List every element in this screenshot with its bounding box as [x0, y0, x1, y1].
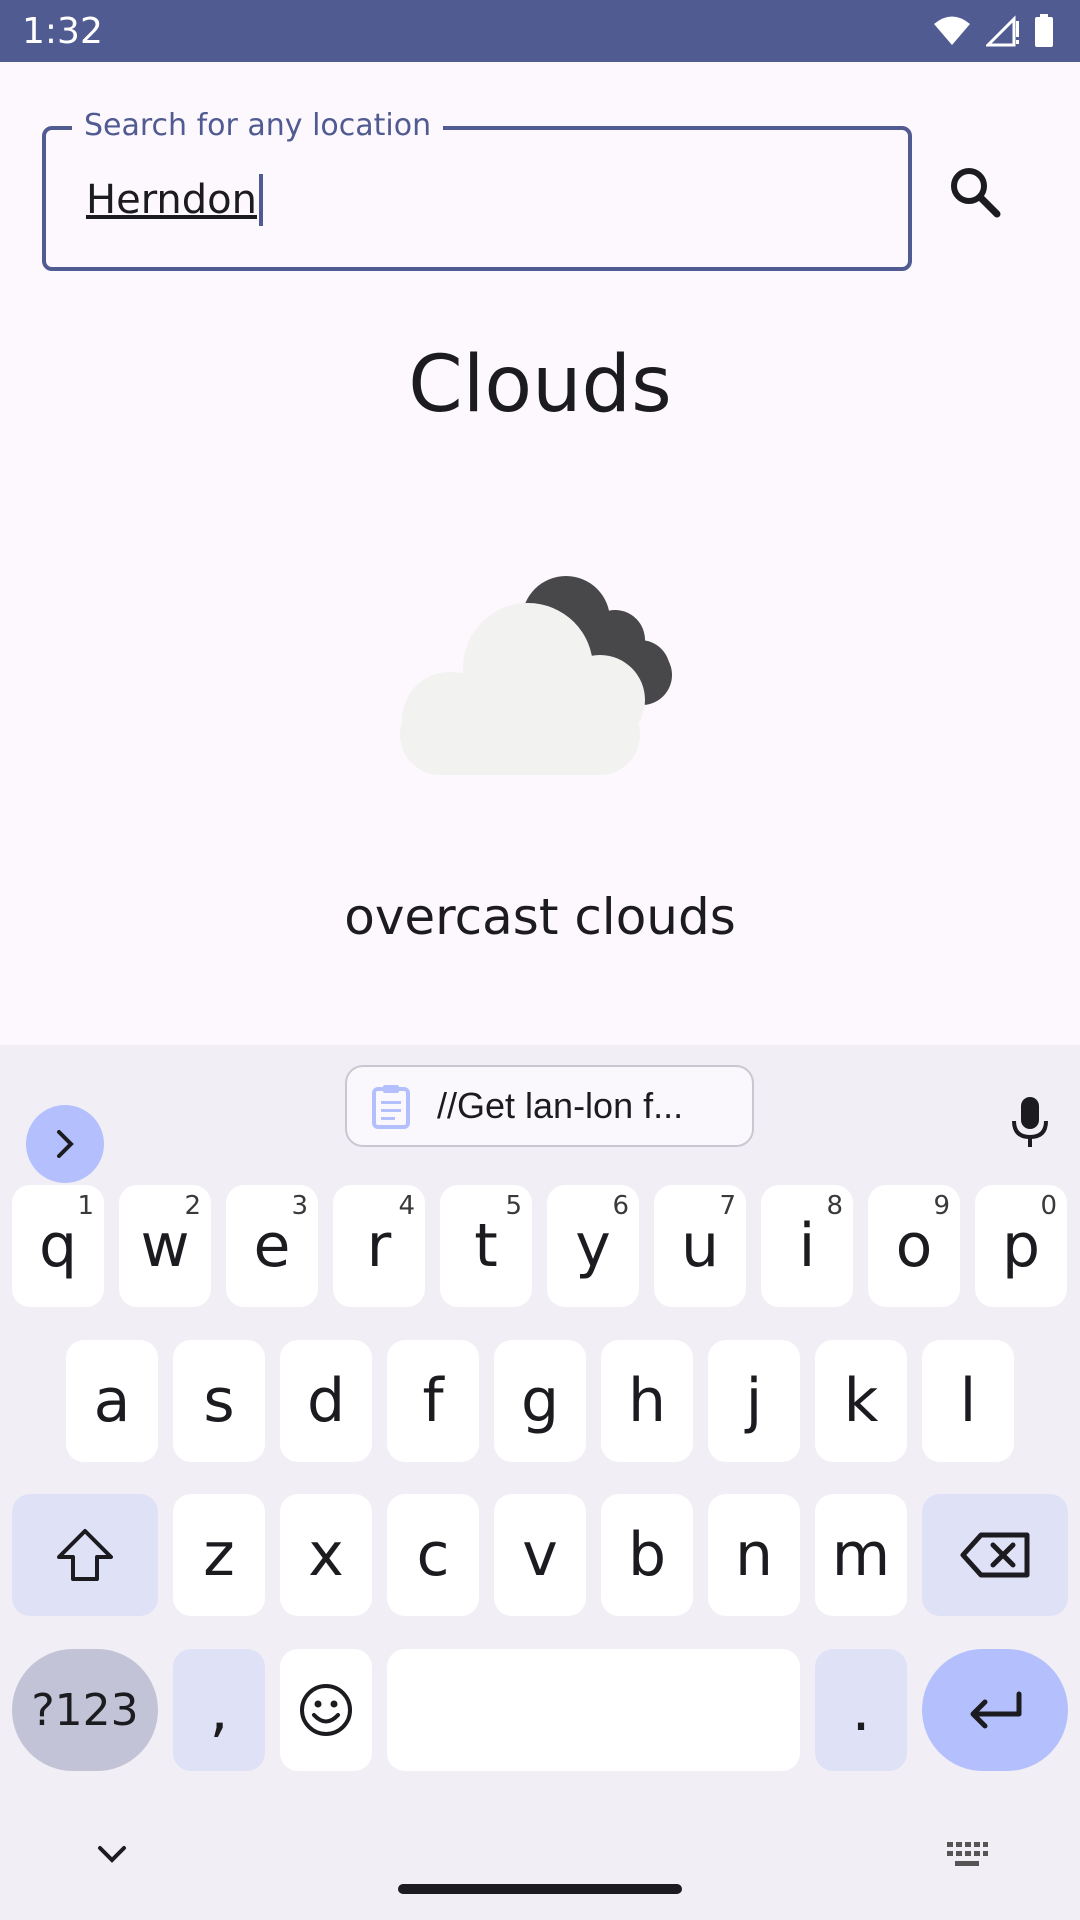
- key-v[interactable]: v: [494, 1494, 586, 1616]
- enter-key[interactable]: [922, 1649, 1068, 1771]
- symbols-key[interactable]: ?123: [12, 1649, 158, 1771]
- comma-key[interactable]: ,: [173, 1649, 265, 1771]
- key-j[interactable]: j: [708, 1340, 800, 1462]
- key-y[interactable]: y6: [547, 1185, 639, 1307]
- keyboard-icon: [947, 1842, 988, 1866]
- key-i[interactable]: i8: [761, 1185, 853, 1307]
- signal-icon: [986, 15, 1019, 47]
- key-w[interactable]: w2: [119, 1185, 211, 1307]
- clipboard-suggestion[interactable]: //Get lan-lon f...: [345, 1065, 754, 1147]
- key-r[interactable]: r4: [333, 1185, 425, 1307]
- key-g[interactable]: g: [494, 1340, 586, 1462]
- home-indicator[interactable]: [398, 1884, 682, 1894]
- clipboard-icon: [372, 1085, 410, 1129]
- key-b[interactable]: b: [601, 1494, 693, 1616]
- key-l[interactable]: l: [922, 1340, 1014, 1462]
- key-m[interactable]: m: [815, 1494, 907, 1616]
- emoji-key[interactable]: [280, 1649, 372, 1771]
- key-c[interactable]: c: [387, 1494, 479, 1616]
- keyboard-expand-button[interactable]: [26, 1105, 104, 1183]
- key-x[interactable]: x: [280, 1494, 372, 1616]
- search-input[interactable]: Search for any location Herndon: [42, 108, 912, 271]
- key-a[interactable]: a: [66, 1340, 158, 1462]
- search-input-text: Herndon: [86, 177, 257, 223]
- key-k[interactable]: k: [815, 1340, 907, 1462]
- backspace-icon: [960, 1532, 1030, 1578]
- soft-keyboard: //Get lan-lon f...: [0, 1045, 1080, 1920]
- key-n[interactable]: n: [708, 1494, 800, 1616]
- key-p[interactable]: p0: [975, 1185, 1067, 1307]
- key-u[interactable]: u7: [654, 1185, 746, 1307]
- backspace-key[interactable]: [922, 1494, 1068, 1616]
- key-s[interactable]: s: [173, 1340, 265, 1462]
- status-icons: [932, 14, 1054, 48]
- key-h[interactable]: h: [601, 1340, 693, 1462]
- search-button[interactable]: [935, 152, 1015, 232]
- battery-icon: [1035, 14, 1053, 47]
- chevron-right-icon: [57, 1130, 74, 1158]
- chevron-down-icon: [98, 1846, 126, 1863]
- voice-input-button[interactable]: [1000, 1083, 1060, 1163]
- search-input-value[interactable]: Herndon: [86, 174, 263, 226]
- switch-keyboard-button[interactable]: [945, 1840, 989, 1870]
- key-t[interactable]: t5: [440, 1185, 532, 1307]
- key-z[interactable]: z: [173, 1494, 265, 1616]
- space-key[interactable]: [387, 1649, 800, 1771]
- shift-icon: [57, 1529, 113, 1581]
- search-input-label: Search for any location: [72, 108, 444, 143]
- clipboard-text: //Get lan-lon f...: [437, 1085, 684, 1126]
- overcast-cloud-icon: [380, 560, 700, 780]
- key-e[interactable]: e3: [226, 1185, 318, 1307]
- status-time: 1:32: [22, 10, 103, 52]
- status-bar: 1:32: [0, 0, 1080, 62]
- microphone-icon: [1012, 1097, 1048, 1147]
- key-f[interactable]: f: [387, 1340, 479, 1462]
- wifi-icon: [934, 16, 970, 45]
- text-caret: [259, 174, 263, 226]
- weather-main-title: Clouds: [408, 340, 672, 430]
- emoji-icon: [300, 1684, 352, 1736]
- key-d[interactable]: d: [280, 1340, 372, 1462]
- weather-description: overcast clouds: [344, 888, 736, 946]
- key-q[interactable]: q1: [12, 1185, 104, 1307]
- search-icon: [951, 168, 1001, 218]
- key-o[interactable]: o9: [868, 1185, 960, 1307]
- period-key[interactable]: .: [815, 1649, 907, 1771]
- shift-key[interactable]: [12, 1494, 158, 1616]
- enter-icon: [970, 1691, 1022, 1729]
- hide-keyboard-button[interactable]: [92, 1840, 132, 1870]
